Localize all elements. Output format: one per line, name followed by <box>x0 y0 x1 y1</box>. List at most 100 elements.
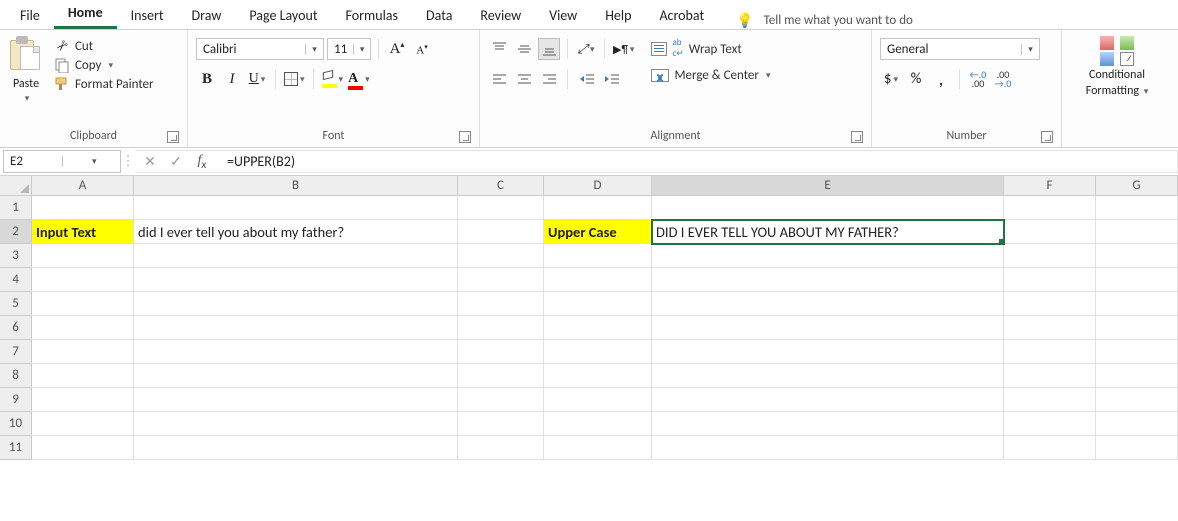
cell-C11[interactable] <box>458 436 544 460</box>
accounting-format-button[interactable]: $▾ <box>880 68 902 90</box>
cell-A2[interactable]: Input Text <box>32 220 134 244</box>
cell-E4[interactable] <box>652 268 1004 292</box>
cell-F6[interactable] <box>1004 316 1096 340</box>
borders-button[interactable]: ▾ <box>283 68 306 90</box>
tab-help[interactable]: Help <box>591 2 645 29</box>
formula-input[interactable]: =UPPER(B2) <box>217 150 1178 173</box>
cell-B8[interactable] <box>134 364 458 388</box>
cell-E8[interactable] <box>652 364 1004 388</box>
cell-B3[interactable] <box>134 244 458 268</box>
row-header-10[interactable]: 10 <box>0 412 32 436</box>
tab-view[interactable]: View <box>535 2 591 29</box>
row-header-9[interactable]: 9 <box>0 388 32 412</box>
cell-E11[interactable] <box>652 436 1004 460</box>
cell-C1[interactable] <box>458 196 544 220</box>
decrease-indent-button[interactable] <box>575 68 597 90</box>
cell-C3[interactable] <box>458 244 544 268</box>
col-header-E[interactable]: E <box>652 176 1004 196</box>
cell-F1[interactable] <box>1004 196 1096 220</box>
row-header-8[interactable]: 8 <box>0 364 32 388</box>
cell-D3[interactable] <box>544 244 652 268</box>
cell-G10[interactable] <box>1096 412 1178 436</box>
cancel-formula-button[interactable]: ✕ <box>137 153 163 170</box>
text-direction-button[interactable]: ▶¶▾ <box>612 38 635 60</box>
number-format-combo[interactable]: General▾ <box>880 38 1040 60</box>
row-header-3[interactable]: 3 <box>0 244 32 268</box>
cell-G8[interactable] <box>1096 364 1178 388</box>
cell-E10[interactable] <box>652 412 1004 436</box>
cell-G6[interactable] <box>1096 316 1178 340</box>
decrease-decimal-button[interactable]: .00→.0 <box>992 68 1014 90</box>
align-bottom-button[interactable] <box>538 38 560 60</box>
align-right-button[interactable] <box>538 68 560 90</box>
comma-format-button[interactable]: , <box>930 68 952 90</box>
cell-C9[interactable] <box>458 388 544 412</box>
cell-C4[interactable] <box>458 268 544 292</box>
cell-E9[interactable] <box>652 388 1004 412</box>
conditional-formatting-button[interactable]: ≠ Conditional Formatting ▾ <box>1084 34 1151 100</box>
cell-E7[interactable] <box>652 340 1004 364</box>
cell-A5[interactable] <box>32 292 134 316</box>
cell-A1[interactable] <box>32 196 134 220</box>
cell-C5[interactable] <box>458 292 544 316</box>
cell-A8[interactable] <box>32 364 134 388</box>
col-header-A[interactable]: A <box>32 176 134 196</box>
cell-D2[interactable]: Upper Case <box>544 220 652 244</box>
cell-F10[interactable] <box>1004 412 1096 436</box>
cell-A10[interactable] <box>32 412 134 436</box>
percent-format-button[interactable]: % <box>905 68 927 90</box>
cell-E1[interactable] <box>652 196 1004 220</box>
dialog-launcher[interactable] <box>167 131 179 143</box>
cell-D4[interactable] <box>544 268 652 292</box>
underline-button[interactable]: U▾ <box>246 68 268 90</box>
align-top-button[interactable] <box>488 38 510 60</box>
align-center-button[interactable] <box>513 68 535 90</box>
font-size-combo[interactable]: 11▾ <box>327 38 371 60</box>
row-header-2[interactable]: 2 <box>0 220 32 244</box>
cell-F9[interactable] <box>1004 388 1096 412</box>
enter-formula-button[interactable]: ✓ <box>163 153 189 170</box>
select-all-corner[interactable] <box>0 176 32 196</box>
col-header-C[interactable]: C <box>458 176 544 196</box>
cell-F7[interactable] <box>1004 340 1096 364</box>
tab-data[interactable]: Data <box>412 2 466 29</box>
merge-center-button[interactable]: Merge & Center ▾ <box>651 68 770 83</box>
cell-G4[interactable] <box>1096 268 1178 292</box>
tab-insert[interactable]: Insert <box>117 2 178 29</box>
cell-A11[interactable] <box>32 436 134 460</box>
dialog-launcher[interactable] <box>851 131 863 143</box>
cell-F5[interactable] <box>1004 292 1096 316</box>
cell-B1[interactable] <box>134 196 458 220</box>
cell-E5[interactable] <box>652 292 1004 316</box>
cell-G5[interactable] <box>1096 292 1178 316</box>
fill-color-button[interactable]: ▾ <box>321 68 345 90</box>
cell-E3[interactable] <box>652 244 1004 268</box>
align-left-button[interactable] <box>488 68 510 90</box>
cell-F3[interactable] <box>1004 244 1096 268</box>
col-header-F[interactable]: F <box>1004 176 1096 196</box>
tab-page-layout[interactable]: Page Layout <box>235 2 331 29</box>
row-header-7[interactable]: 7 <box>0 340 32 364</box>
tab-formulas[interactable]: Formulas <box>332 2 412 29</box>
cell-A9[interactable] <box>32 388 134 412</box>
cell-D7[interactable] <box>544 340 652 364</box>
italic-button[interactable]: I <box>221 68 243 90</box>
cell-D10[interactable] <box>544 412 652 436</box>
cell-A4[interactable] <box>32 268 134 292</box>
cell-C8[interactable] <box>458 364 544 388</box>
increase-indent-button[interactable] <box>600 68 622 90</box>
col-header-G[interactable]: G <box>1096 176 1178 196</box>
cell-B7[interactable] <box>134 340 458 364</box>
wrap-text-button[interactable]: abc↵ Wrap Text <box>651 38 770 60</box>
font-name-combo[interactable]: Calibri▾ <box>196 38 324 60</box>
increase-font-size-button[interactable]: A▴ <box>386 38 408 60</box>
row-header-5[interactable]: 5 <box>0 292 32 316</box>
cell-D5[interactable] <box>544 292 652 316</box>
cell-A7[interactable] <box>32 340 134 364</box>
tab-home[interactable]: Home <box>54 0 117 29</box>
tab-acrobat[interactable]: Acrobat <box>645 2 718 29</box>
cell-A3[interactable] <box>32 244 134 268</box>
cell-F8[interactable] <box>1004 364 1096 388</box>
row-header-11[interactable]: 11 <box>0 436 32 460</box>
tab-file[interactable]: File <box>6 2 54 29</box>
